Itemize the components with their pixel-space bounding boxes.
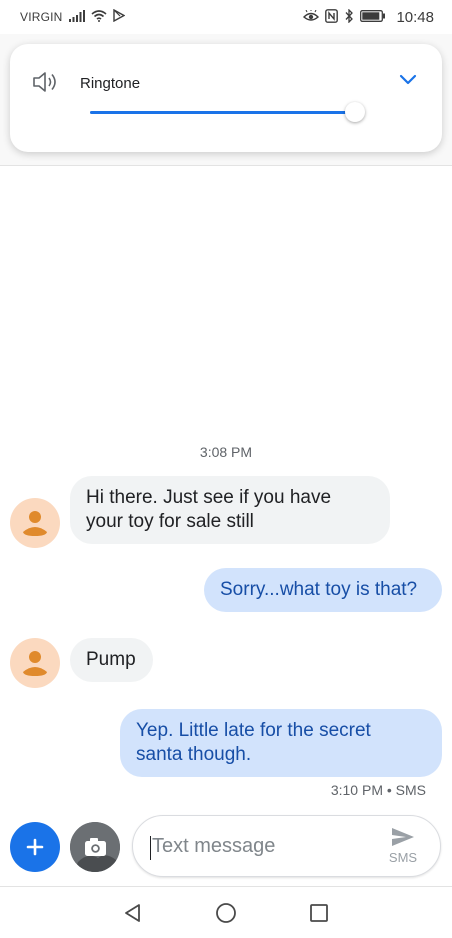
- camera-icon: [70, 822, 120, 872]
- conversation-timestamp: 3:08 PM: [199, 444, 253, 460]
- recents-button[interactable]: [299, 893, 339, 933]
- wifi-icon: [91, 9, 107, 25]
- plus-icon: [26, 838, 44, 856]
- status-bar: VIRGIN 10:48: [0, 0, 452, 34]
- status-left: VIRGIN: [20, 8, 125, 25]
- send-button[interactable]: SMS: [386, 826, 420, 865]
- navigation-bar: [0, 886, 452, 938]
- status-time: 10:48: [396, 8, 434, 26]
- contact-avatar[interactable]: [10, 638, 60, 688]
- signal-icon: [68, 9, 85, 25]
- message-line: your toy for sale still: [86, 511, 254, 532]
- message-bubble-incoming[interactable]: Hi there. Just see if you have your toy …: [70, 476, 390, 544]
- text-message-input[interactable]: Text message SMS: [132, 815, 441, 877]
- battery-icon: [360, 9, 386, 25]
- message-bubble-incoming[interactable]: Pump: [70, 638, 153, 682]
- message-bubble-outgoing[interactable]: Yep. Little late for the secret santa th…: [120, 709, 442, 777]
- message-status: 3:10 PM • SMS: [330, 782, 426, 798]
- compose-placeholder: Text message: [152, 835, 276, 857]
- message-line: Yep. Little late for the secret: [136, 720, 371, 741]
- text-caret: [150, 836, 151, 860]
- home-button[interactable]: [206, 893, 246, 933]
- speaker-icon[interactable]: [32, 70, 60, 99]
- ringtone-label: Ringtone: [80, 75, 141, 92]
- bluetooth-icon: [344, 7, 354, 26]
- camera-button[interactable]: [70, 822, 120, 872]
- person-icon: [23, 511, 47, 536]
- back-triangle-icon: [124, 903, 140, 922]
- eye-comfort-icon: [303, 8, 320, 25]
- recents-square-icon: [310, 903, 329, 922]
- play-store-notification-icon: [112, 8, 125, 25]
- contact-avatar[interactable]: [10, 498, 60, 548]
- home-circle-icon: [216, 902, 236, 923]
- carrier-label: VIRGIN: [20, 10, 63, 24]
- send-sms-label: SMS: [388, 850, 418, 865]
- back-button[interactable]: [113, 893, 153, 933]
- ringtone-volume-slider[interactable]: [90, 111, 360, 114]
- add-attachment-button[interactable]: [10, 822, 60, 872]
- person-icon: [23, 651, 47, 676]
- nfc-icon: [325, 8, 339, 26]
- send-icon: [392, 828, 414, 846]
- message-bubble-outgoing[interactable]: Sorry...what toy is that?: [204, 568, 442, 612]
- volume-panel: Ringtone: [10, 44, 442, 152]
- message-line: Hi there. Just see if you have: [86, 487, 332, 508]
- message-line: Pump: [86, 649, 136, 670]
- message-line: santa though.: [136, 744, 252, 765]
- status-right: 10:48: [303, 7, 434, 26]
- slider-fill: [90, 111, 355, 114]
- chevron-down-icon[interactable]: [398, 72, 418, 91]
- slider-thumb[interactable]: [344, 102, 365, 122]
- message-line: Sorry...what toy is that?: [220, 579, 418, 600]
